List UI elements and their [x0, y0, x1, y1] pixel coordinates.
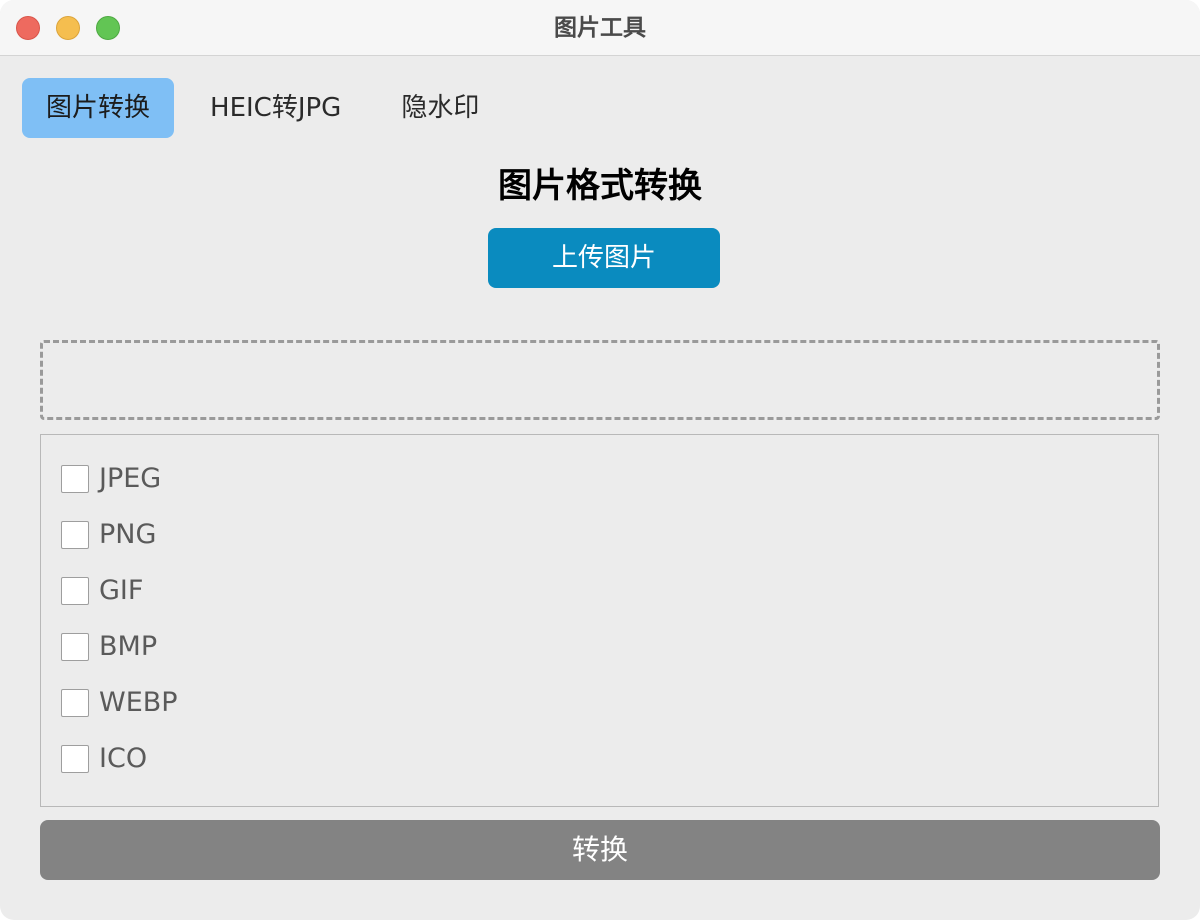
window-title: 图片工具	[554, 15, 646, 41]
format-label: JPEG	[99, 463, 162, 494]
format-option-png[interactable]: PNG	[61, 520, 156, 550]
tab-invisible-watermark[interactable]: 隐水印	[377, 78, 503, 138]
format-option-gif[interactable]: GIF	[61, 576, 143, 606]
image-dropzone[interactable]	[40, 340, 1160, 420]
format-label: PNG	[99, 519, 157, 550]
format-option-ico[interactable]: ICO	[61, 744, 147, 774]
tab-image-convert[interactable]: 图片转换	[22, 78, 175, 138]
format-options-panel: JPEG PNG GIF BMP WEBP ICO	[40, 434, 1159, 807]
ico-checkbox[interactable]	[61, 745, 89, 773]
app-window: 图片工具 图片转换 HEIC转JPG 隐水印 图片格式转换 上传图片 JPEG …	[0, 0, 1200, 920]
format-option-jpeg[interactable]: JPEG	[61, 464, 161, 494]
jpeg-checkbox[interactable]	[61, 465, 89, 493]
png-checkbox[interactable]	[61, 521, 89, 549]
format-option-webp[interactable]: WEBP	[61, 688, 178, 718]
page-title: 图片格式转换	[498, 166, 702, 206]
tab-bar: 图片转换 HEIC转JPG 隐水印	[22, 78, 515, 138]
upload-image-button[interactable]: 上传图片	[488, 228, 720, 288]
bmp-checkbox[interactable]	[61, 633, 89, 661]
format-label: BMP	[99, 631, 158, 662]
format-label: GIF	[99, 575, 144, 606]
format-label: ICO	[99, 743, 148, 774]
gif-checkbox[interactable]	[61, 577, 89, 605]
convert-button[interactable]: 转换	[40, 820, 1160, 880]
title-bar[interactable]: 图片工具	[0, 0, 1200, 56]
format-option-bmp[interactable]: BMP	[61, 632, 157, 662]
format-label: WEBP	[99, 687, 178, 718]
tab-heic-to-jpg[interactable]: HEIC转JPG	[186, 78, 365, 138]
webp-checkbox[interactable]	[61, 689, 89, 717]
